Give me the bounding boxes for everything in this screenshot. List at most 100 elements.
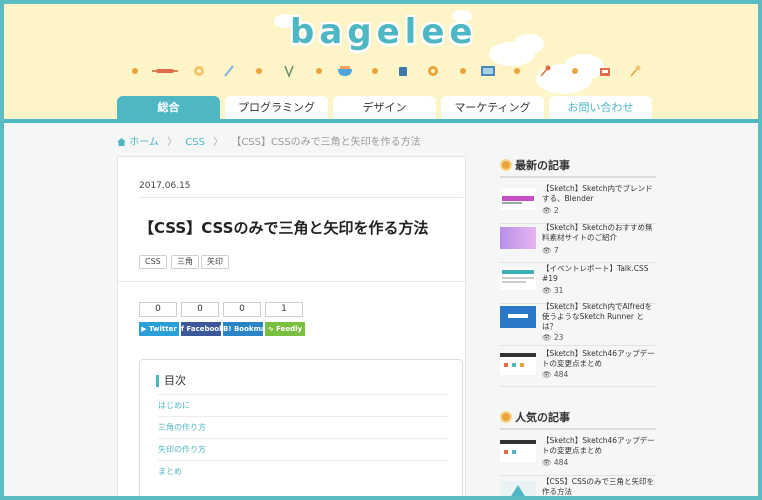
sidebar-post[interactable]: 【Sketch】Sketchのおすすめ無料素材サイトのご紹介 👁 7 xyxy=(500,223,656,263)
tab-contact[interactable]: お問い合わせ xyxy=(549,96,652,119)
facebook-share-button[interactable]: f Facebook xyxy=(181,322,224,336)
article-date: 2017.06.15 xyxy=(139,181,191,191)
post-thumbnail xyxy=(500,353,536,375)
twitter-share-label: Twitter xyxy=(149,325,177,333)
post-view-count: 31 xyxy=(553,286,564,295)
facebook-share-label: Facebook xyxy=(186,325,224,333)
twitter-share-button[interactable]: ▶ Twitter xyxy=(139,322,179,336)
post-views: 👁 484 xyxy=(542,458,568,467)
share-count-hatena: 0 xyxy=(223,302,261,317)
tongs-icon xyxy=(284,65,294,78)
post-thumbnail xyxy=(500,227,536,249)
sidebar-post[interactable]: 【Sketch】Sketch46アップデートの変更点まとめ 👁 484 xyxy=(500,436,656,476)
post-views: 👁 23 xyxy=(542,333,563,342)
cloud-decoration xyxy=(514,34,544,54)
post-view-count: 23 xyxy=(553,333,564,342)
share-count-feedly: 1 xyxy=(265,302,303,317)
eye-icon: 👁 xyxy=(542,286,554,295)
divider xyxy=(500,428,656,430)
toc-title: 目次 xyxy=(156,375,186,387)
breadcrumb-current: 【CSS】CSSのみで三角と矢印を作る方法 xyxy=(231,137,421,148)
chevron-right-icon: 〉 xyxy=(213,137,224,148)
bagel-bullet-icon xyxy=(500,411,512,423)
post-views: 👁 31 xyxy=(542,286,563,295)
divider xyxy=(118,281,467,282)
hatena-share-label: Bookmar xyxy=(233,325,270,333)
dot-icon xyxy=(256,68,262,74)
eye-icon: 👁 xyxy=(542,246,554,255)
sidebar-post[interactable]: 【Sketch】Sketch内でAlfredを使うようなSketch Runne… xyxy=(500,302,656,346)
post-view-count: 7 xyxy=(553,246,559,255)
nav-divider xyxy=(4,119,758,123)
post-title: 【Sketch】Sketch内でブレンドする、Blender xyxy=(542,184,653,203)
article-title: 【CSS】CSSのみで三角と矢印を作る方法 xyxy=(139,219,429,237)
breadcrumb-home[interactable]: ホーム xyxy=(129,137,159,148)
dot-icon xyxy=(372,68,378,74)
latest-heading: 最新の記事 xyxy=(500,157,570,173)
post-title: 【Sketch】Sketch46アップデートの変更点まとめ xyxy=(542,349,655,368)
rolling-pin-icon xyxy=(152,69,178,73)
post-thumbnail xyxy=(500,481,536,496)
browser-viewport: bagelee 総合 プログラミング デザイン マーケティング お問い合わせ ホ… xyxy=(4,4,758,496)
feedly-button[interactable]: ∿ Feedly xyxy=(265,322,305,336)
tab-marketing[interactable]: マーケティング xyxy=(441,96,544,119)
eye-icon: 👁 xyxy=(542,458,554,467)
tab-design[interactable]: デザイン xyxy=(333,96,436,119)
post-views: 👁 2 xyxy=(542,206,559,215)
sidebar-post[interactable]: 【Sketch】Sketch46アップデートの変更点まとめ 👁 484 xyxy=(500,349,656,387)
tab-general[interactable]: 総合 xyxy=(117,96,220,119)
bagel-bullet-icon xyxy=(500,159,512,171)
sidebar-post[interactable]: 【イベントレポート】Talk.CSS #19 👁 31 xyxy=(500,264,656,304)
tag-chip[interactable]: 矢印 xyxy=(201,255,229,269)
scale-icon xyxy=(600,68,610,76)
latest-heading-label: 最新の記事 xyxy=(515,159,570,172)
share-count-twitter: 0 xyxy=(139,302,177,317)
post-title: 【CSS】CSSのみで三角と矢印を作る方法 xyxy=(542,477,655,496)
bagel-icon xyxy=(194,66,204,76)
toc-item[interactable]: 三角の作り方 xyxy=(158,416,448,438)
breadcrumb: ホーム 〉 CSS 〉 【CSS】CSSのみで三角と矢印を作る方法 xyxy=(117,133,421,148)
toc-item[interactable]: はじめに xyxy=(158,394,448,416)
divider xyxy=(139,197,463,198)
tag-chip[interactable]: 三角 xyxy=(171,255,199,269)
share-count-facebook: 0 xyxy=(181,302,219,317)
sidebar-post[interactable]: 【CSS】CSSのみで三角と矢印を作る方法 xyxy=(500,477,656,496)
popular-heading-label: 人気の記事 xyxy=(515,411,570,424)
breadcrumb-category[interactable]: CSS xyxy=(185,137,205,148)
tab-programming[interactable]: プログラミング xyxy=(225,96,328,119)
donut-icon xyxy=(428,66,438,76)
dot-icon xyxy=(572,68,578,74)
sidebar-post[interactable]: 【Sketch】Sketch内でブレンドする、Blender 👁 2 xyxy=(500,184,656,224)
site-logo[interactable]: bagelee xyxy=(290,12,477,52)
eye-icon: 👁 xyxy=(542,333,554,342)
header-icon-strip xyxy=(122,64,642,80)
post-view-count: 2 xyxy=(553,206,559,215)
dot-icon xyxy=(514,68,520,74)
dot-icon xyxy=(132,68,138,74)
toc-item[interactable]: まとめ xyxy=(158,460,448,482)
eye-icon: 👁 xyxy=(542,370,554,379)
table-of-contents: 目次 はじめに 三角の作り方 矢印の作り方 まとめ xyxy=(139,359,463,496)
feedly-icon: ∿ xyxy=(267,325,277,333)
tag-chip[interactable]: CSS xyxy=(139,255,167,269)
bowl-icon xyxy=(338,66,352,76)
dot-icon xyxy=(460,68,466,74)
post-views: 👁 484 xyxy=(542,370,568,379)
post-thumbnail xyxy=(500,306,536,328)
post-title: 【Sketch】Sketchのおすすめ無料素材サイトのご紹介 xyxy=(542,223,653,242)
divider xyxy=(500,176,656,178)
feedly-share-label: Feedly xyxy=(276,325,303,333)
dot-icon xyxy=(316,68,322,74)
oven-icon xyxy=(481,66,495,76)
hatena-icon: B! xyxy=(223,325,234,333)
spoon-icon xyxy=(630,65,641,77)
chevron-right-icon: 〉 xyxy=(167,137,178,148)
post-view-count: 484 xyxy=(553,370,569,379)
hatena-bookmark-button[interactable]: B! Bookmar xyxy=(223,322,269,336)
article-card: 2017.06.15 【CSS】CSSのみで三角と矢印を作る方法 CSS 三角 … xyxy=(117,156,467,496)
post-views: 👁 7 xyxy=(542,246,559,255)
post-title: 【イベントレポート】Talk.CSS #19 xyxy=(542,264,649,283)
eye-icon: 👁 xyxy=(542,206,554,215)
twitter-icon: ▶ xyxy=(141,325,150,333)
toc-item[interactable]: 矢印の作り方 xyxy=(158,438,448,460)
